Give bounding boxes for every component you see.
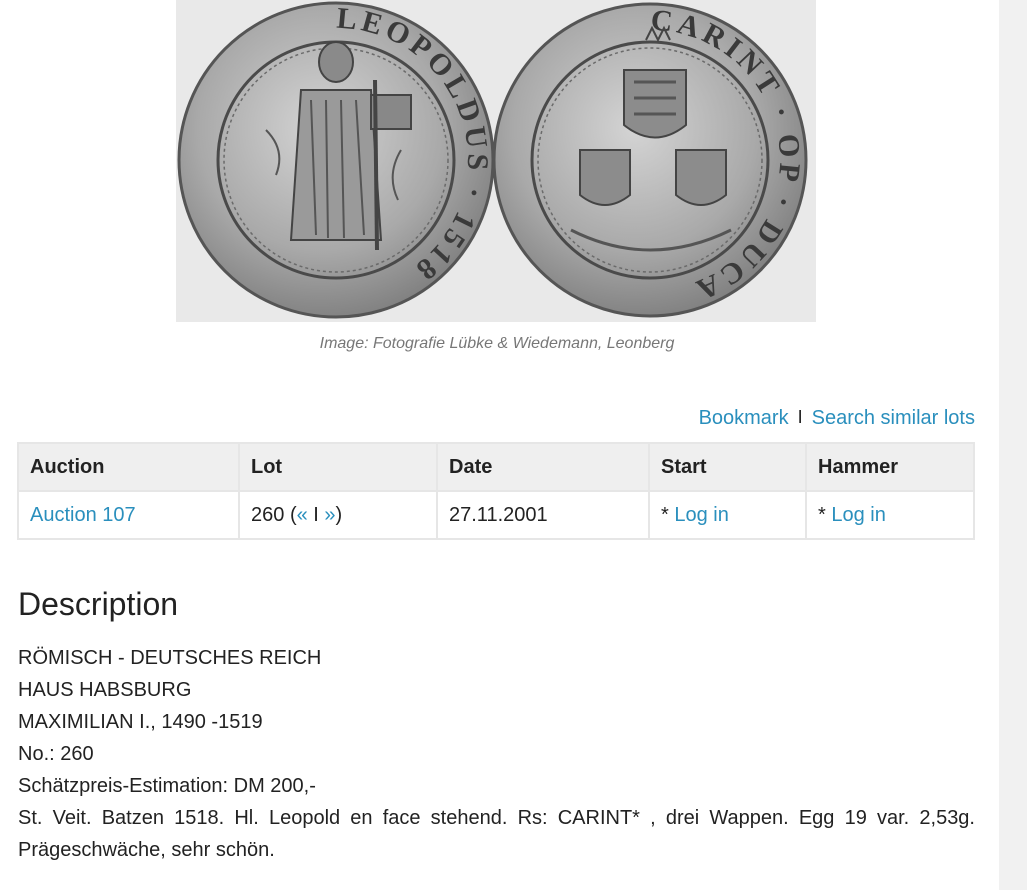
description-line: Schätzpreis-Estimation: DM 200,- bbox=[18, 775, 316, 797]
description-line: No.: 260 bbox=[18, 743, 94, 765]
lot-nav-open: ( bbox=[289, 503, 297, 526]
hammer-login-link[interactable]: Log in bbox=[831, 504, 886, 526]
previous-lot-link[interactable]: « bbox=[297, 504, 308, 526]
cell-date: 27.11.2001 bbox=[436, 490, 650, 540]
cell-lot: 260 (« I ») bbox=[238, 490, 438, 540]
header-auction: Auction bbox=[17, 442, 240, 492]
lot-actions: Bookmark I Search similar lots bbox=[699, 407, 975, 430]
description-line: HAUS HABSBURG bbox=[18, 679, 192, 701]
table-header-row: Auction Lot Date Start Hammer bbox=[17, 442, 975, 492]
coin-reverse: CARINT · OP · DUCA bbox=[492, 2, 808, 318]
image-caption: Image: Fotografie Lübke & Wiedemann, Leo… bbox=[319, 335, 675, 352]
auction-link[interactable]: Auction 107 bbox=[30, 504, 136, 526]
header-hammer: Hammer bbox=[805, 442, 975, 492]
lot-nav-separator: I bbox=[313, 503, 319, 526]
hammer-asterisk: * bbox=[818, 503, 826, 526]
lot-number: 260 bbox=[251, 503, 285, 526]
search-similar-lots-link[interactable]: Search similar lots bbox=[812, 407, 975, 429]
lot-nav-close: ) bbox=[335, 503, 343, 526]
description-heading: Description bbox=[18, 586, 179, 622]
cell-auction: Auction 107 bbox=[17, 490, 240, 540]
start-asterisk: * bbox=[661, 503, 669, 526]
bookmark-link[interactable]: Bookmark bbox=[699, 407, 789, 429]
table-row: Auction 107 260 (« I ») 27.11.2001 * Log… bbox=[17, 490, 975, 540]
header-lot: Lot bbox=[238, 442, 438, 492]
coin-photo: LEOPOLDUS · 1518 CARINT · OP · DUCA bbox=[176, 0, 816, 322]
header-start: Start bbox=[648, 442, 807, 492]
next-lot-link[interactable]: » bbox=[324, 504, 335, 526]
scrollbar-track[interactable] bbox=[999, 0, 1027, 890]
cell-start: * Log in bbox=[648, 490, 807, 540]
description-line: MAXIMILIAN I., 1490 -1519 bbox=[18, 711, 263, 733]
cell-hammer: * Log in bbox=[805, 490, 975, 540]
description-body: RÖMISCH - DEUTSCHES REICH HAUS HABSBURG … bbox=[18, 642, 975, 866]
description-text: St. Veit. Batzen 1518. Hl. Leopold en fa… bbox=[18, 807, 975, 861]
coin-image: LEOPOLDUS · 1518 CARINT · OP · DUCA bbox=[176, 0, 816, 322]
header-date: Date bbox=[436, 442, 650, 492]
lot-info-table: Auction Lot Date Start Hammer Auction 10… bbox=[17, 442, 975, 540]
coin-obverse: LEOPOLDUS · 1518 bbox=[177, 1, 495, 319]
description-line: RÖMISCH - DEUTSCHES REICH bbox=[18, 647, 322, 669]
actions-separator: I bbox=[797, 407, 803, 427]
page-main: LEOPOLDUS · 1518 CARINT · OP · DUCA Imag… bbox=[0, 0, 999, 890]
start-login-link[interactable]: Log in bbox=[674, 504, 729, 526]
